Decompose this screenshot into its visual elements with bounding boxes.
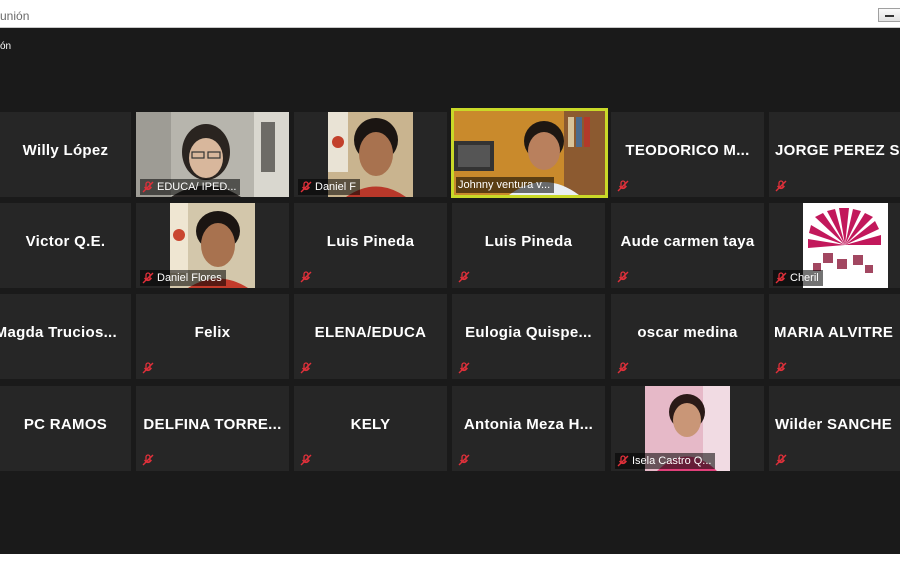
participant-tile[interactable]: Daniel F <box>294 112 447 197</box>
microphone-muted-icon <box>142 272 154 284</box>
microphone-muted-icon <box>775 454 787 466</box>
microphone-muted-icon <box>458 362 470 374</box>
participant-name: ELENA/EDUCA <box>314 324 427 341</box>
participant-tile[interactable]: PC RAMOS <box>0 386 131 471</box>
participant-name: Luis Pineda <box>326 233 415 250</box>
participant-name: Aude carmen taya <box>620 233 755 250</box>
participant-name: Daniel Flores <box>157 272 222 284</box>
participant-tile[interactable]: KELY <box>294 386 447 471</box>
participant-tile[interactable]: TEODORICO M... <box>611 112 764 197</box>
participant-tile[interactable]: Willy López <box>0 112 131 197</box>
microphone-muted-icon <box>617 362 629 374</box>
participant-tile[interactable]: Isela Castro Q... <box>611 386 764 471</box>
microphone-muted-icon <box>775 272 787 284</box>
participant-tile-active-speaker[interactable]: Johnny ventura v... <box>451 108 608 198</box>
microphone-muted-icon <box>300 454 312 466</box>
participant-name: Victor Q.E. <box>25 233 106 250</box>
participant-tile[interactable]: EDUCA/ IPED... <box>136 112 289 197</box>
microphone-muted-icon <box>142 362 154 374</box>
participant-name: oscar medina <box>637 324 738 341</box>
microphone-muted-icon <box>617 180 629 192</box>
microphone-muted-icon <box>617 455 629 467</box>
participant-caption: Daniel Flores <box>140 270 226 286</box>
participant-name: KELY <box>350 416 391 433</box>
participant-tile[interactable]: Magda Trucios... <box>0 294 131 379</box>
participant-name: Johnny ventura v... <box>458 179 551 191</box>
window-titlebar: unión <box>0 0 900 28</box>
participant-tile[interactable]: Felix <box>136 294 289 379</box>
microphone-muted-icon <box>142 181 154 193</box>
microphone-muted-icon <box>300 181 312 193</box>
participant-tile[interactable]: Antonia Meza H... <box>452 386 605 471</box>
window-bottom-edge <box>0 554 900 563</box>
microphone-muted-icon <box>300 271 312 283</box>
meeting-window: ón Willy López EDUCA/ IPED... Daniel F J… <box>0 28 900 554</box>
participant-name: Cheril <box>790 272 819 284</box>
participant-name: EDUCA/ IPED... <box>157 181 237 193</box>
participant-name: TEODORICO M... <box>625 142 750 159</box>
microphone-muted-icon <box>775 180 787 192</box>
participant-name: PC RAMOS <box>23 416 108 433</box>
participant-tile[interactable]: Wilder SANCHE <box>769 386 900 471</box>
participant-caption: EDUCA/ IPED... <box>140 179 241 195</box>
minimize-icon <box>885 15 894 17</box>
meeting-label: ón <box>0 41 12 52</box>
participant-caption: Cheril <box>773 270 823 286</box>
participant-tile[interactable]: ELENA/EDUCA <box>294 294 447 379</box>
microphone-muted-icon <box>300 362 312 374</box>
participant-tile[interactable]: MARIA ALVITRE <box>769 294 900 379</box>
participant-tile[interactable]: Aude carmen taya <box>611 203 764 288</box>
participant-caption: Daniel F <box>298 179 360 195</box>
participant-tile[interactable]: Eulogia Quispe... <box>452 294 605 379</box>
participant-name: Eulogia Quispe... <box>465 324 592 341</box>
microphone-muted-icon <box>142 454 154 466</box>
participant-tile[interactable]: oscar medina <box>611 294 764 379</box>
participant-name: Felix <box>194 324 231 341</box>
minimize-button[interactable] <box>878 8 900 22</box>
participant-tile[interactable]: Daniel Flores <box>136 203 289 288</box>
participant-name: Willy López <box>22 142 109 159</box>
participant-tile[interactable]: Cheril <box>769 203 900 288</box>
participant-caption: Johnny ventura v... <box>456 177 555 193</box>
participant-name: Isela Castro Q... <box>632 455 712 467</box>
participant-caption: Isela Castro Q... <box>615 453 716 469</box>
participant-tile[interactable]: DELFINA TORRE... <box>136 386 289 471</box>
microphone-muted-icon <box>775 362 787 374</box>
participant-name: Daniel F <box>315 181 356 193</box>
participant-tile[interactable]: Luis Pineda <box>452 203 605 288</box>
participant-name: Magda Trucios... <box>0 324 117 341</box>
participant-name: Luis Pineda <box>484 233 573 250</box>
participant-name: Antonia Meza H... <box>463 416 594 433</box>
microphone-muted-icon <box>458 454 470 466</box>
participant-name: MARIA ALVITRE <box>774 324 894 341</box>
window-title: unión <box>0 9 30 23</box>
participant-name: JORGE PEREZ S <box>775 142 900 159</box>
microphone-muted-icon <box>617 271 629 283</box>
participant-tile[interactable]: Victor Q.E. <box>0 203 131 288</box>
participant-tile[interactable]: Luis Pineda <box>294 203 447 288</box>
participant-tile[interactable]: JORGE PEREZ S <box>769 112 900 197</box>
microphone-muted-icon <box>458 271 470 283</box>
participant-name: Wilder SANCHE <box>775 416 893 433</box>
participant-name: DELFINA TORRE... <box>143 416 282 433</box>
